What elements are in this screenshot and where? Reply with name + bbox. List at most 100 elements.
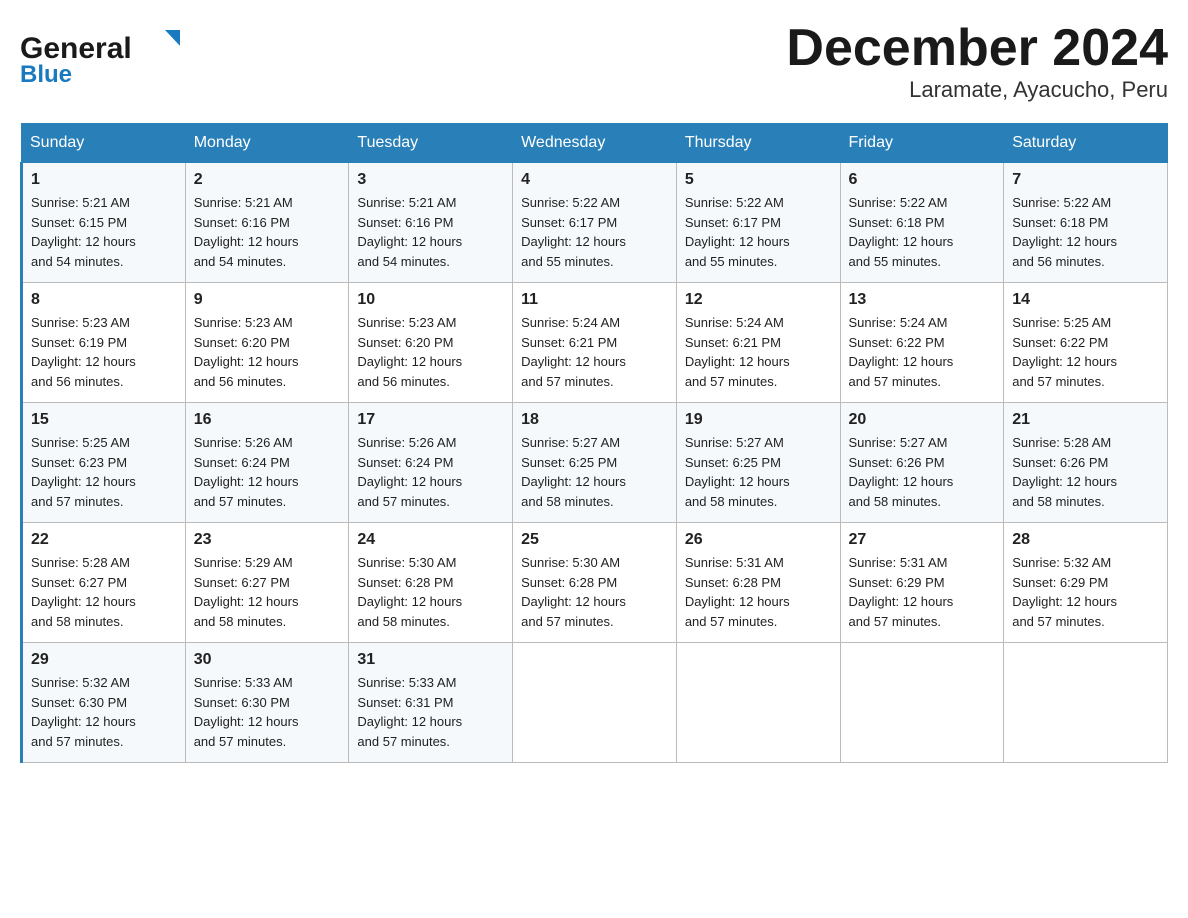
day-number: 25 — [521, 531, 668, 549]
day-info: Sunrise: 5:21 AM Sunset: 6:16 PM Dayligh… — [194, 193, 341, 271]
header-thursday: Thursday — [676, 124, 840, 163]
logo-svg: General Blue — [20, 20, 180, 90]
day-number: 1 — [31, 171, 177, 189]
header-wednesday: Wednesday — [513, 124, 677, 163]
day-number: 23 — [194, 531, 341, 549]
calendar-cell: 29 Sunrise: 5:32 AM Sunset: 6:30 PM Dayl… — [22, 643, 186, 763]
calendar-cell: 2 Sunrise: 5:21 AM Sunset: 6:16 PM Dayli… — [185, 163, 349, 283]
day-info: Sunrise: 5:32 AM Sunset: 6:29 PM Dayligh… — [1012, 553, 1159, 631]
day-number: 15 — [31, 411, 177, 429]
day-info: Sunrise: 5:27 AM Sunset: 6:25 PM Dayligh… — [685, 433, 832, 511]
calendar-cell: 12 Sunrise: 5:24 AM Sunset: 6:21 PM Dayl… — [676, 283, 840, 403]
day-number: 7 — [1012, 171, 1159, 189]
day-info: Sunrise: 5:30 AM Sunset: 6:28 PM Dayligh… — [521, 553, 668, 631]
calendar-cell: 7 Sunrise: 5:22 AM Sunset: 6:18 PM Dayli… — [1004, 163, 1168, 283]
header-tuesday: Tuesday — [349, 124, 513, 163]
calendar-cell: 21 Sunrise: 5:28 AM Sunset: 6:26 PM Dayl… — [1004, 403, 1168, 523]
day-info: Sunrise: 5:28 AM Sunset: 6:26 PM Dayligh… — [1012, 433, 1159, 511]
calendar-cell: 13 Sunrise: 5:24 AM Sunset: 6:22 PM Dayl… — [840, 283, 1004, 403]
calendar-cell: 3 Sunrise: 5:21 AM Sunset: 6:16 PM Dayli… — [349, 163, 513, 283]
calendar-cell: 30 Sunrise: 5:33 AM Sunset: 6:30 PM Dayl… — [185, 643, 349, 763]
day-info: Sunrise: 5:29 AM Sunset: 6:27 PM Dayligh… — [194, 553, 341, 631]
day-number: 28 — [1012, 531, 1159, 549]
calendar-cell: 28 Sunrise: 5:32 AM Sunset: 6:29 PM Dayl… — [1004, 523, 1168, 643]
header-sunday: Sunday — [22, 124, 186, 163]
week-row-5: 29 Sunrise: 5:32 AM Sunset: 6:30 PM Dayl… — [22, 643, 1168, 763]
day-number: 17 — [357, 411, 504, 429]
day-info: Sunrise: 5:22 AM Sunset: 6:17 PM Dayligh… — [685, 193, 832, 271]
calendar-cell: 14 Sunrise: 5:25 AM Sunset: 6:22 PM Dayl… — [1004, 283, 1168, 403]
calendar-cell: 15 Sunrise: 5:25 AM Sunset: 6:23 PM Dayl… — [22, 403, 186, 523]
calendar-cell: 24 Sunrise: 5:30 AM Sunset: 6:28 PM Dayl… — [349, 523, 513, 643]
calendar-cell: 4 Sunrise: 5:22 AM Sunset: 6:17 PM Dayli… — [513, 163, 677, 283]
logo: General Blue — [20, 20, 180, 90]
day-number: 20 — [849, 411, 996, 429]
day-number: 16 — [194, 411, 341, 429]
calendar-cell: 10 Sunrise: 5:23 AM Sunset: 6:20 PM Dayl… — [349, 283, 513, 403]
day-info: Sunrise: 5:23 AM Sunset: 6:20 PM Dayligh… — [194, 313, 341, 391]
day-number: 22 — [31, 531, 177, 549]
week-row-3: 15 Sunrise: 5:25 AM Sunset: 6:23 PM Dayl… — [22, 403, 1168, 523]
calendar-cell: 1 Sunrise: 5:21 AM Sunset: 6:15 PM Dayli… — [22, 163, 186, 283]
day-info: Sunrise: 5:24 AM Sunset: 6:22 PM Dayligh… — [849, 313, 996, 391]
page-header: General Blue December 2024 Laramate, Aya… — [20, 20, 1168, 103]
day-number: 9 — [194, 291, 341, 309]
day-info: Sunrise: 5:26 AM Sunset: 6:24 PM Dayligh… — [194, 433, 341, 511]
day-info: Sunrise: 5:25 AM Sunset: 6:22 PM Dayligh… — [1012, 313, 1159, 391]
header-saturday: Saturday — [1004, 124, 1168, 163]
day-info: Sunrise: 5:24 AM Sunset: 6:21 PM Dayligh… — [521, 313, 668, 391]
day-number: 31 — [357, 651, 504, 669]
calendar-cell: 26 Sunrise: 5:31 AM Sunset: 6:28 PM Dayl… — [676, 523, 840, 643]
day-info: Sunrise: 5:23 AM Sunset: 6:20 PM Dayligh… — [357, 313, 504, 391]
day-number: 12 — [685, 291, 832, 309]
week-row-1: 1 Sunrise: 5:21 AM Sunset: 6:15 PM Dayli… — [22, 163, 1168, 283]
day-info: Sunrise: 5:23 AM Sunset: 6:19 PM Dayligh… — [31, 313, 177, 391]
calendar-cell: 31 Sunrise: 5:33 AM Sunset: 6:31 PM Dayl… — [349, 643, 513, 763]
calendar-cell — [1004, 643, 1168, 763]
svg-text:Blue: Blue — [20, 61, 72, 88]
calendar-cell: 17 Sunrise: 5:26 AM Sunset: 6:24 PM Dayl… — [349, 403, 513, 523]
week-row-4: 22 Sunrise: 5:28 AM Sunset: 6:27 PM Dayl… — [22, 523, 1168, 643]
title-block: December 2024 Laramate, Ayacucho, Peru — [786, 20, 1168, 103]
day-info: Sunrise: 5:21 AM Sunset: 6:16 PM Dayligh… — [357, 193, 504, 271]
day-info: Sunrise: 5:33 AM Sunset: 6:31 PM Dayligh… — [357, 673, 504, 751]
day-number: 8 — [31, 291, 177, 309]
day-number: 27 — [849, 531, 996, 549]
day-info: Sunrise: 5:24 AM Sunset: 6:21 PM Dayligh… — [685, 313, 832, 391]
day-number: 26 — [685, 531, 832, 549]
day-number: 10 — [357, 291, 504, 309]
day-number: 19 — [685, 411, 832, 429]
calendar-cell: 25 Sunrise: 5:30 AM Sunset: 6:28 PM Dayl… — [513, 523, 677, 643]
calendar-cell: 23 Sunrise: 5:29 AM Sunset: 6:27 PM Dayl… — [185, 523, 349, 643]
day-info: Sunrise: 5:30 AM Sunset: 6:28 PM Dayligh… — [357, 553, 504, 631]
day-number: 18 — [521, 411, 668, 429]
day-info: Sunrise: 5:22 AM Sunset: 6:17 PM Dayligh… — [521, 193, 668, 271]
day-number: 6 — [849, 171, 996, 189]
calendar-cell: 8 Sunrise: 5:23 AM Sunset: 6:19 PM Dayli… — [22, 283, 186, 403]
day-info: Sunrise: 5:32 AM Sunset: 6:30 PM Dayligh… — [31, 673, 177, 751]
day-info: Sunrise: 5:26 AM Sunset: 6:24 PM Dayligh… — [357, 433, 504, 511]
calendar-table: SundayMondayTuesdayWednesdayThursdayFrid… — [20, 123, 1168, 763]
calendar-subtitle: Laramate, Ayacucho, Peru — [786, 77, 1168, 103]
day-number: 30 — [194, 651, 341, 669]
days-header-row: SundayMondayTuesdayWednesdayThursdayFrid… — [22, 124, 1168, 163]
calendar-cell: 11 Sunrise: 5:24 AM Sunset: 6:21 PM Dayl… — [513, 283, 677, 403]
calendar-cell: 9 Sunrise: 5:23 AM Sunset: 6:20 PM Dayli… — [185, 283, 349, 403]
calendar-title: December 2024 — [786, 20, 1168, 77]
calendar-cell: 6 Sunrise: 5:22 AM Sunset: 6:18 PM Dayli… — [840, 163, 1004, 283]
day-number: 11 — [521, 291, 668, 309]
day-info: Sunrise: 5:25 AM Sunset: 6:23 PM Dayligh… — [31, 433, 177, 511]
calendar-cell: 5 Sunrise: 5:22 AM Sunset: 6:17 PM Dayli… — [676, 163, 840, 283]
calendar-cell: 16 Sunrise: 5:26 AM Sunset: 6:24 PM Dayl… — [185, 403, 349, 523]
header-friday: Friday — [840, 124, 1004, 163]
calendar-cell: 19 Sunrise: 5:27 AM Sunset: 6:25 PM Dayl… — [676, 403, 840, 523]
day-info: Sunrise: 5:22 AM Sunset: 6:18 PM Dayligh… — [849, 193, 996, 271]
day-number: 14 — [1012, 291, 1159, 309]
day-number: 24 — [357, 531, 504, 549]
day-info: Sunrise: 5:28 AM Sunset: 6:27 PM Dayligh… — [31, 553, 177, 631]
day-number: 21 — [1012, 411, 1159, 429]
day-number: 3 — [357, 171, 504, 189]
calendar-cell — [676, 643, 840, 763]
day-info: Sunrise: 5:27 AM Sunset: 6:26 PM Dayligh… — [849, 433, 996, 511]
calendar-cell: 22 Sunrise: 5:28 AM Sunset: 6:27 PM Dayl… — [22, 523, 186, 643]
